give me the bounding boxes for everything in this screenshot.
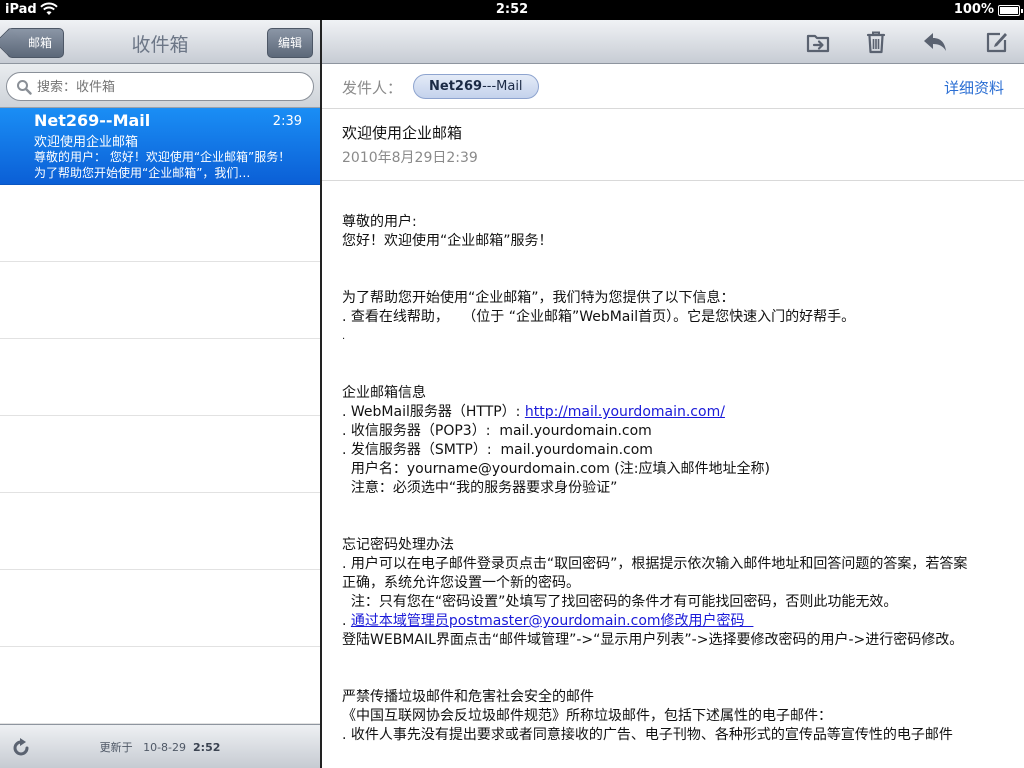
message-preview: 尊敬的用户： 您好！欢迎使用“企业邮箱”服务！ 为了帮助您开始使用“企业邮箱”，…: [34, 150, 291, 180]
trash-icon[interactable]: [863, 29, 889, 55]
password-note: 注：只有您在“密码设置”处填写了找回密码的条件才有可能找回密码，否则此功能无效。: [342, 594, 898, 610]
info-username: 用户名：yourname@yourdomain.com (注:应填入邮件地址全称…: [342, 461, 770, 477]
body-intro: 为了帮助您开始使用“企业邮箱”，我们特为您提供了以下信息：: [342, 290, 735, 306]
mailbox-pane: 邮箱 收件箱 编辑 Net269--Mail 2:39 欢迎使用企业邮箱 尊敬的…: [0, 20, 320, 768]
info-smtp: . 发信服务器（SMTP）: mail.yourdomain.com: [342, 442, 653, 458]
updated-date: 10-8-29: [143, 741, 187, 754]
password-step: . 用户可以在电子邮件登录页点击“取回密码”，根据提示依次输入邮件地址和回答问题…: [342, 556, 968, 591]
empty-row: [0, 570, 320, 647]
reply-icon[interactable]: [922, 29, 948, 55]
search-bar: [0, 64, 320, 108]
search-icon: [17, 80, 32, 95]
subject-title: 欢迎使用企业邮箱: [342, 124, 463, 142]
battery-icon: [998, 5, 1023, 16]
message-subject: 欢迎使用企业邮箱: [34, 135, 139, 150]
subject-date: 2010年8月29日2:39: [342, 150, 478, 166]
info-webmail-label: . WebMail服务器（HTTP）:: [342, 404, 525, 420]
updated-time: 2:52: [193, 741, 221, 754]
mailbox-toolbar: 更新于 10-8-29 2:52: [0, 724, 320, 768]
message-pane: 发件人： Net269---Mail 详细资料 欢迎使用企业邮箱 2010年8月…: [322, 20, 1024, 768]
battery-percent: 100%: [953, 2, 994, 17]
body-greeting: 尊敬的用户:: [342, 214, 417, 230]
from-row: 发件人： Net269---Mail 详细资料: [322, 64, 1024, 109]
empty-row: [0, 647, 320, 724]
message-toolbar: [322, 20, 1024, 64]
sender-chip-rest: ---Mail: [482, 79, 523, 94]
spam-definition: 《中国互联网协会反垃圾邮件规范》所称垃圾邮件，包括下述属性的电子邮件：: [342, 708, 832, 724]
empty-row: [0, 185, 320, 262]
password-admin: . 通过本域管理员postmaster@yourdomain.com修改用户密码: [342, 612, 972, 631]
info-auth-note: 注意：必须选中“我的服务器要求身份验证”: [342, 480, 618, 496]
compose-icon[interactable]: [984, 29, 1010, 55]
body-help: . 查看在线帮助， （位于 “企业邮箱”WebMail首页）。它是您快速入门的好…: [342, 309, 856, 325]
search-input[interactable]: [37, 77, 297, 97]
info-title: 企业邮箱信息: [342, 385, 426, 401]
password-admin-dot: .: [342, 613, 351, 629]
last-updated: 更新于 10-8-29 2:52: [0, 739, 320, 755]
empty-row: [0, 416, 320, 493]
message-list-item[interactable]: Net269--Mail 2:39 欢迎使用企业邮箱 尊敬的用户： 您好！欢迎使…: [0, 108, 320, 185]
clock: 2:52: [495, 2, 529, 17]
message-list: Net269--Mail 2:39 欢迎使用企业邮箱 尊敬的用户： 您好！欢迎使…: [0, 108, 320, 724]
from-label: 发件人：: [342, 79, 403, 97]
empty-row: [0, 493, 320, 570]
body-greeting: 您好！欢迎使用“企业邮箱”服务！: [342, 233, 553, 249]
mailbox-navbar: 邮箱 收件箱 编辑: [0, 20, 320, 64]
subject-header: 欢迎使用企业邮箱 2010年8月29日2:39: [322, 109, 1024, 181]
info-webmail: . WebMail服务器（HTTP）: http://mail.yourdoma…: [342, 403, 972, 422]
spam-item: . 收件人事先没有提出要求或者同意接收的广告、电子刊物、各种形式的宣传品等宣传性…: [342, 727, 953, 743]
folder-move-icon[interactable]: [805, 29, 831, 55]
sender-chip-bold: Net269: [429, 79, 483, 94]
body-dot: .: [342, 331, 346, 342]
details-link[interactable]: 详细资料: [944, 77, 1004, 98]
message-time: 2:39: [272, 114, 302, 129]
admin-link[interactable]: 通过本域管理员postmaster@yourdomain.com修改用户密码: [351, 613, 754, 629]
updated-label: 更新于: [99, 741, 133, 754]
password-webmail-steps: 登陆WEBMAIL界面点击“邮件域管理”->“显示用户列表”->选择要修改密码的…: [342, 632, 964, 648]
empty-row: [0, 262, 320, 339]
message-sender: Net269--Mail: [34, 111, 151, 130]
message-body: 尊敬的用户: 您好！欢迎使用“企业邮箱”服务！ 为了帮助您开始使用“企业邮箱”，…: [342, 213, 972, 745]
edit-button[interactable]: 编辑: [266, 28, 313, 58]
password-title: 忘记密码处理办法: [342, 537, 454, 553]
spam-title: 严禁传播垃圾邮件和危害社会安全的邮件: [342, 689, 594, 705]
info-pop3: . 收信服务器（POP3）: mail.yourdomain.com: [342, 423, 652, 439]
search-field[interactable]: [6, 72, 314, 101]
status-bar: iPad 2:52 100%: [0, 0, 1024, 20]
webmail-link[interactable]: http://mail.yourdomain.com/: [525, 404, 725, 420]
sender-chip[interactable]: Net269---Mail: [413, 74, 539, 99]
empty-row: [0, 339, 320, 416]
